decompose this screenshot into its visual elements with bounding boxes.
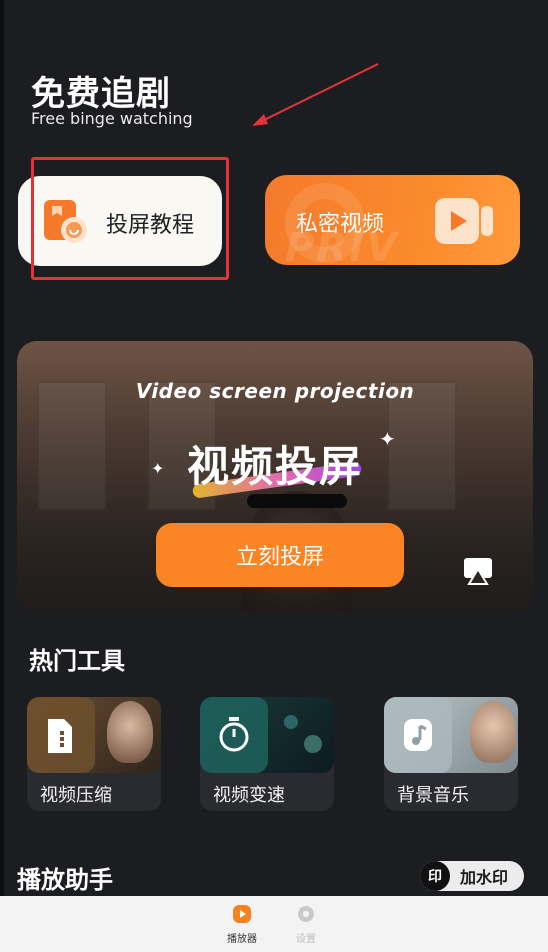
banner-english-title: Video screen projection [135, 379, 415, 403]
annotation-highlight-box [31, 157, 229, 280]
bokeh-light [304, 735, 322, 753]
play-icon [233, 905, 251, 923]
video-camera-icon [435, 198, 493, 244]
private-video-label: 私密视频 [296, 212, 385, 237]
private-video-card[interactable]: PRIV 私密视频 [265, 175, 520, 265]
tab-player[interactable]: 播放器 [217, 904, 267, 945]
add-watermark-button[interactable]: 印 加水印 [420, 861, 524, 891]
sparkle-icon: ✦ [151, 459, 165, 478]
tool-video-speed[interactable]: 视频变速 [200, 697, 334, 811]
tool-icon-box [384, 697, 452, 773]
sparkle-icon: ✦ [379, 427, 396, 451]
tool-background-music[interactable]: 背景音乐 [384, 697, 518, 811]
tab-settings[interactable]: 设置 [281, 904, 331, 945]
tab-label: 设置 [296, 934, 316, 945]
thumbnail-person [107, 701, 153, 763]
music-note-icon [404, 719, 432, 751]
cast-screen-icon[interactable] [463, 557, 493, 585]
bokeh-light [284, 715, 298, 729]
hot-tools-title: 热门工具 [29, 647, 125, 675]
screen-projection-banner[interactable]: Video screen projection 视频投屏 ✦ ✦ 立刻投屏 [17, 341, 533, 612]
bottom-tab-bar: 播放器 设置 [0, 896, 548, 952]
file-zip-icon [48, 719, 72, 753]
watermark-badge: 印 [420, 861, 450, 891]
assistant-title: 播放助手 [17, 866, 113, 894]
app-screen: 免费追剧 Free binge watching 投屏教程 PRIV 私密视频 [0, 0, 548, 952]
tool-video-compress[interactable]: 视频压缩 [27, 697, 161, 811]
watermark-label: 加水印 [460, 868, 509, 887]
thumbnail-person [470, 701, 516, 763]
gear-icon [298, 906, 314, 922]
tool-icon-box [27, 697, 95, 773]
sunglasses-shape [247, 494, 347, 508]
tool-icon-box [200, 697, 268, 773]
start-projection-button[interactable]: 立刻投屏 [156, 523, 404, 587]
stopwatch-icon [219, 717, 249, 752]
tool-label: 背景音乐 [397, 785, 469, 806]
tool-label: 视频压缩 [40, 785, 112, 806]
tab-label: 播放器 [227, 934, 257, 945]
tool-label: 视频变速 [213, 785, 285, 806]
banner-title: 视频投屏 [186, 442, 363, 491]
